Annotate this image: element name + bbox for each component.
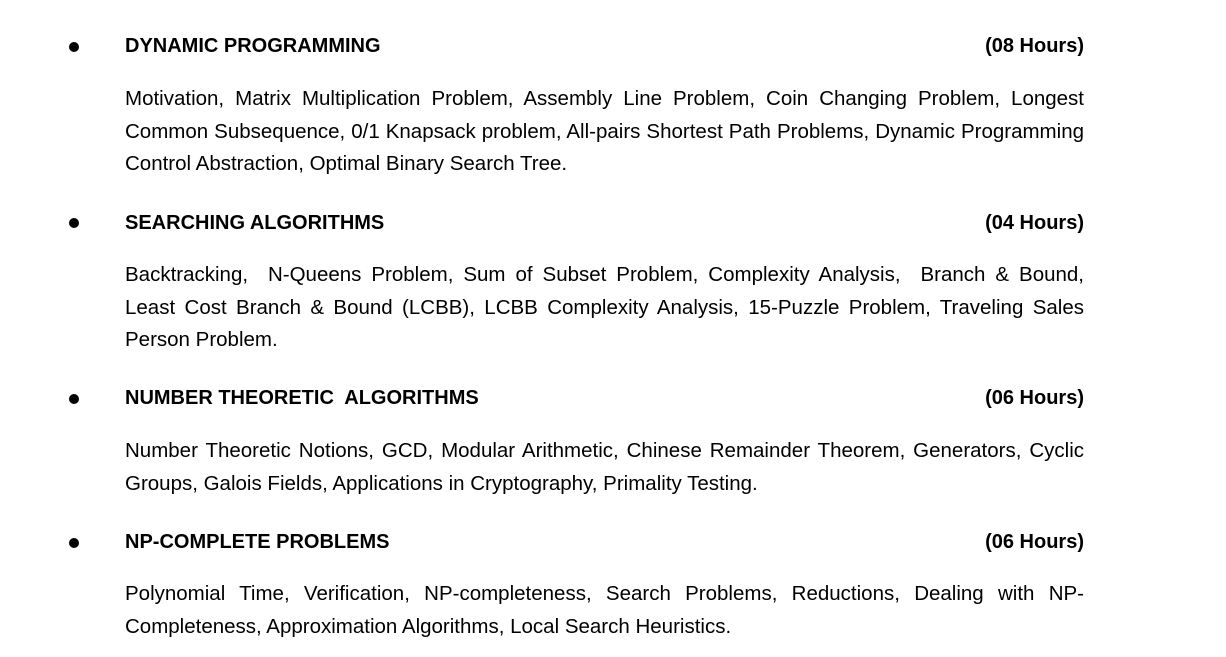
section-content: Motivation, Matrix Multiplication Proble…	[125, 87, 1090, 175]
section-hours: (06 Hours)	[985, 531, 1084, 553]
section-hours: (06 Hours)	[985, 387, 1084, 409]
section-title: NP-COMPLETE PROBLEMS	[125, 531, 390, 553]
section-title: SEARCHING ALGORITHMS	[125, 212, 385, 234]
section-content: Polynomial Time, Verification, NP-comple…	[125, 582, 1084, 638]
section-content: Number Theoretic Notions, GCD, Modular A…	[125, 439, 1090, 495]
syllabus-page: DYNAMIC PROGRAMMING (08 Hours) Motivatio…	[0, 0, 1226, 657]
bullet-icon	[69, 218, 79, 228]
section-content: Backtracking, N-Queens Problem, Sum of S…	[125, 263, 1096, 351]
section-hours: (08 Hours)	[985, 35, 1084, 57]
section-title: NUMBER THEORETIC ALGORITHMS	[125, 387, 479, 409]
section-hours: (04 Hours)	[985, 212, 1084, 234]
section-title: DYNAMIC PROGRAMMING	[125, 35, 381, 57]
bullet-icon	[69, 42, 79, 52]
bullet-icon	[69, 538, 79, 548]
bullet-icon	[69, 394, 79, 404]
